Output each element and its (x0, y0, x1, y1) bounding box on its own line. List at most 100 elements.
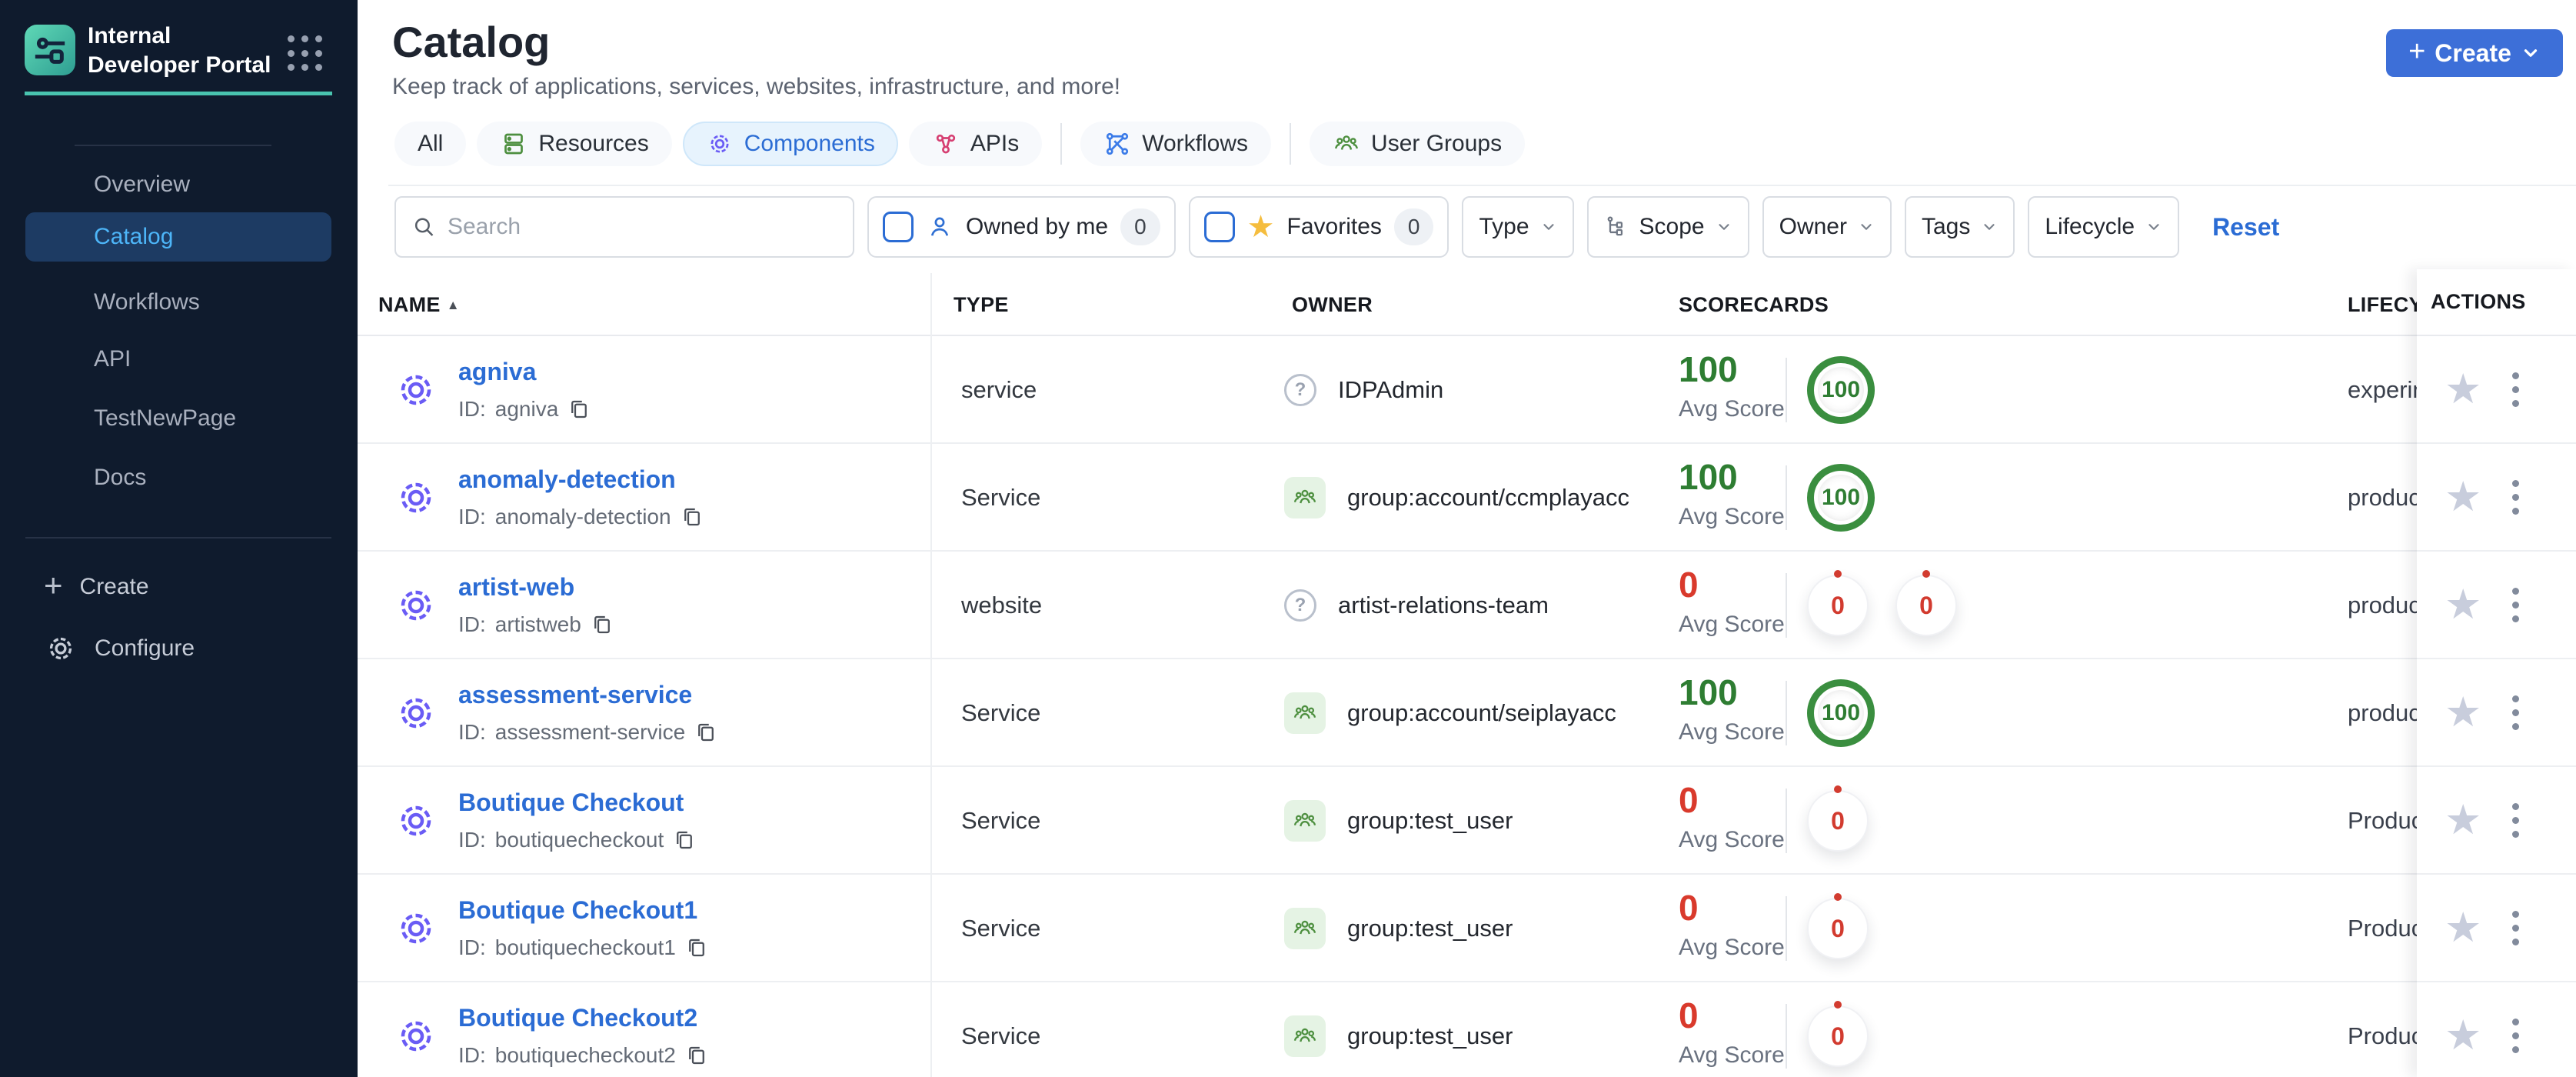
tab-resources[interactable]: Resources (477, 122, 672, 166)
copy-icon[interactable] (673, 829, 696, 852)
scorecard-ring: 0 (1807, 790, 1869, 852)
column-header-type[interactable]: TYPE (954, 293, 1009, 317)
sidebar-item-api[interactable]: API (25, 338, 331, 381)
favorite-star-icon: ★ (1246, 210, 1275, 244)
group-owner-icon (1284, 908, 1326, 949)
favorite-star-button[interactable]: ★ (2445, 584, 2481, 625)
column-header-name[interactable]: NAME ▲ (378, 293, 460, 317)
sidebar-configure-label: Configure (95, 635, 195, 661)
chevron-down-icon (1861, 224, 1872, 230)
table-header: NAME▲ TYPE OWNER SCORECARDS LIFECYCLE (358, 273, 2576, 336)
favorites-checkbox[interactable] (1203, 212, 1235, 242)
favorite-star-button[interactable]: ★ (2445, 692, 2481, 733)
sidebar: Internal Developer Portal Overview Catal… (0, 0, 358, 1077)
favorite-star-button[interactable]: ★ (2445, 907, 2481, 949)
entity-name-link[interactable]: Boutique Checkout2 (458, 1004, 708, 1032)
create-button[interactable]: + Create (2386, 29, 2563, 77)
owned-by-me-checkbox[interactable] (883, 212, 914, 242)
user-groups-icon (1335, 135, 1359, 150)
column-header-owner[interactable]: OWNER (1292, 293, 1373, 317)
entity-name-link[interactable]: assessment-service (458, 681, 717, 709)
page-subtitle: Keep track of applications, services, we… (392, 74, 1121, 99)
entity-name-link[interactable]: agniva (458, 358, 591, 386)
copy-icon[interactable] (567, 398, 591, 421)
entity-name-link[interactable]: Boutique Checkout (458, 789, 696, 817)
tab-divider (1060, 123, 1063, 165)
owner-dropdown[interactable]: Owner (1762, 196, 1892, 258)
sidebar-item-label: Workflows (94, 289, 200, 315)
lifecycle-dropdown[interactable]: Lifecycle (2028, 196, 2180, 258)
owned-by-me-filter[interactable]: Owned by me 0 (867, 196, 1176, 258)
tab-user-groups[interactable]: User Groups (1310, 122, 1526, 166)
kebab-menu-icon[interactable] (2508, 368, 2524, 412)
catalog-page: Internal Developer Portal Overview Catal… (0, 0, 2576, 1077)
owner-cell: ? IDPAdmin (1284, 336, 1443, 444)
id-label: ID: (458, 612, 486, 636)
row-actions: ★ (2417, 659, 2576, 767)
app-launcher-icon[interactable] (288, 35, 323, 71)
sidebar-configure-button[interactable]: Configure (25, 626, 331, 671)
owner-name: group:test_user (1347, 1022, 1513, 1049)
entity-id: ID: assessment-service (458, 720, 717, 745)
kebab-menu-icon[interactable] (2508, 799, 2524, 842)
id-label: ID: (458, 397, 486, 421)
copy-icon[interactable] (685, 936, 708, 959)
id-value: artistweb (494, 612, 581, 636)
kebab-menu-icon[interactable] (2508, 1014, 2524, 1058)
favorite-star-button[interactable]: ★ (2445, 1015, 2481, 1056)
avg-score-block: 0 Avg Score (1679, 779, 1785, 853)
component-gear-icon (401, 590, 431, 621)
column-label: NAME (378, 293, 441, 316)
entity-id: ID: boutiquecheckout2 (458, 1043, 708, 1068)
copy-icon[interactable] (591, 613, 614, 636)
avg-score-label: Avg Score (1679, 827, 1785, 852)
scorecard-divider (1786, 789, 1787, 853)
tab-label: APIs (970, 131, 1020, 156)
tab-workflows[interactable]: Workflows (1080, 122, 1272, 166)
catalog-table-body: agniva ID: agniva service ? IDPAdmin 100… (358, 336, 2576, 1077)
search-box[interactable] (394, 196, 854, 258)
apis-icon (936, 134, 956, 154)
avg-score-block: 100 Avg Score (1679, 348, 1785, 422)
favorite-star-button[interactable]: ★ (2445, 476, 2481, 518)
copy-icon[interactable] (681, 505, 704, 528)
id-label: ID: (458, 935, 486, 959)
search-input[interactable] (447, 214, 837, 240)
avg-score-value: 100 (1679, 457, 1738, 497)
tab-apis[interactable]: APIs (908, 122, 1043, 166)
type-dropdown[interactable]: Type (1462, 196, 1574, 258)
favorite-star-button[interactable]: ★ (2445, 368, 2481, 410)
sidebar-item-testnewpage[interactable]: TestNewPage (25, 397, 331, 440)
copy-icon[interactable] (685, 1044, 708, 1067)
column-header-scorecards[interactable]: SCORECARDS (1679, 293, 1829, 317)
entity-name-link[interactable]: Boutique Checkout1 (458, 896, 708, 925)
owned-by-me-label: Owned by me (966, 214, 1109, 239)
favorites-filter[interactable]: ★ Favorites 0 (1188, 196, 1449, 258)
sidebar-item-overview[interactable]: Overview (25, 163, 331, 206)
type-cell: Service (961, 699, 1041, 726)
kebab-menu-icon[interactable] (2508, 583, 2524, 627)
sidebar-item-label: Docs (94, 465, 147, 490)
sidebar-item-docs[interactable]: Docs (25, 456, 331, 499)
copy-icon[interactable] (694, 721, 717, 744)
tab-all[interactable]: All (394, 122, 467, 166)
kebab-menu-icon[interactable] (2508, 475, 2524, 519)
sidebar-item-catalog[interactable]: Catalog (25, 212, 331, 262)
avg-score-value: 0 (1679, 780, 1699, 820)
reset-filters-link[interactable]: Reset (2212, 213, 2279, 242)
kebab-menu-icon[interactable] (2508, 691, 2524, 735)
entity-name-link[interactable]: artist-web (458, 573, 614, 602)
id-value: boutiquecheckout2 (494, 1043, 676, 1067)
scorecard-divider (1786, 1004, 1787, 1069)
id-value: anomaly-detection (494, 505, 671, 528)
sidebar-item-workflows[interactable]: Workflows (25, 281, 331, 324)
entity-name-link[interactable]: anomaly-detection (458, 465, 704, 494)
tags-dropdown[interactable]: Tags (1904, 196, 2015, 258)
tab-components[interactable]: Components (682, 122, 898, 166)
scope-dropdown[interactable]: Scope (1586, 196, 1749, 258)
favorite-star-button[interactable]: ★ (2445, 799, 2481, 841)
entity-name-block: assessment-service ID: assessment-servic… (458, 681, 717, 745)
sidebar-create-button[interactable]: + Create (25, 565, 331, 609)
table-row: Boutique Checkout ID: boutiquecheckout S… (358, 767, 2576, 875)
kebab-menu-icon[interactable] (2508, 906, 2524, 950)
